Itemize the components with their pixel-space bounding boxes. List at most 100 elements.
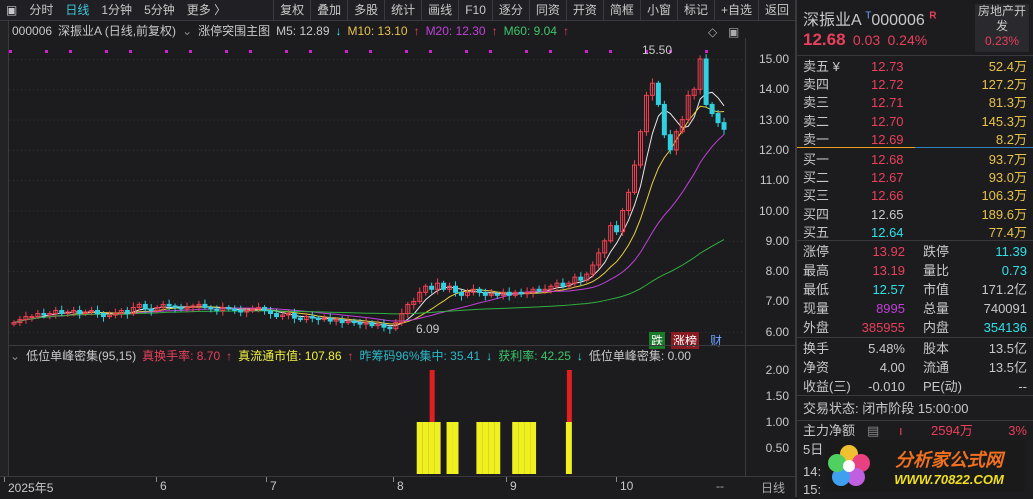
main-flow-pct: 3% [1008,423,1027,438]
candle [59,309,65,315]
bid-label: 买一 [803,152,830,167]
candle [238,309,244,313]
ask-price: 12.71 [871,95,904,111]
toolbar-item[interactable]: 叠加 [310,0,347,21]
indicator-name[interactable]: 低位单峰密集(95,15) [26,347,136,364]
ask-label: 卖五 ¥ [803,59,840,74]
quote-panel: 深振业A T000006 R 12.68 0.03 0.24% 房地产开发 0.… [795,0,1033,497]
toolbar-item[interactable]: 日线 [59,0,95,21]
bid-volume: 93.0万 [988,170,1027,186]
r-flag: R [929,10,937,22]
diamond-icon[interactable]: ◇ [708,25,717,39]
toolbar-item[interactable]: 小窗 [639,0,677,21]
candle [655,82,661,105]
toolbar-item[interactable]: 分时 [23,0,59,21]
left-tab-strip[interactable] [0,21,9,476]
stat-value: 385955 [861,320,905,335]
indicator-bar [434,422,441,474]
indicator-bar [512,422,519,474]
toolbar-item[interactable]: 返回 [757,0,795,21]
ask-label: 卖二 [803,113,830,129]
candle [95,309,101,315]
scroll-more[interactable]: -- [716,479,724,493]
toolbar-item[interactable]: 同资 [528,0,566,21]
toolbar-item[interactable]: 逐分 [491,0,529,21]
toolbar-item[interactable]: 更多 〉 [181,0,232,21]
stat-row[interactable]: 净资 4.00 流通 13.5亿 [803,358,1027,377]
toolbar-item[interactable]: 5分钟 [138,0,181,21]
toolbar-item[interactable]: 复权 [273,0,310,21]
stat-row[interactable]: 涨停 13.92 跌停 11.39 [803,242,1027,261]
indicator-header: ⌄ 低位单峰密集(95,15) 真换手率: 8.70 ↑ 真流通市值: 107.8… [10,347,691,364]
candle [494,293,500,296]
stat-row[interactable]: 最高 13.19 量比 0.73 [803,261,1027,280]
template-dropdown-icon[interactable]: ⌄ [182,24,192,38]
ask-row[interactable]: 卖二 12.70 145.3万 [803,112,1027,131]
indicator-dropdown-icon[interactable]: ⌄ [10,349,20,363]
candle [214,308,220,311]
price-tick: 15.00 [758,52,789,66]
list-icon[interactable]: ▤ [867,421,879,440]
sector-badge[interactable]: 房地产开发 0.23% [975,4,1029,52]
sidebar-toggle-icon[interactable]: ▣ [0,0,23,21]
ask-row[interactable]: 卖四 12.72 127.2万 [803,75,1027,94]
candlestick-chart[interactable] [9,38,745,346]
stat-value: 13.92 [872,244,905,259]
indicator-chart [416,370,572,474]
quote-header: 深振业A T000006 R [803,6,936,30]
candle [178,306,184,310]
candle [441,282,447,290]
stat-value: 12.57 [872,282,905,297]
candle [453,285,459,293]
bid-row[interactable]: 买五 12.64 77.4万 [803,223,1027,242]
date-label: 6 [160,479,167,493]
template-name[interactable]: 涨停突围主图 [198,22,270,39]
indicator-bar [524,422,531,474]
bid-label: 买五 [803,224,830,240]
candle [560,282,566,287]
badge-finance[interactable]: 财 [708,332,724,349]
stat-row[interactable]: 最低 12.57 市值 171.2亿 [803,280,1027,299]
toolbar-item[interactable]: 画线 [421,0,458,21]
toolbar-item[interactable]: 多股 [347,0,384,21]
ask-row[interactable]: 卖五 ¥ 12.73 52.4万 [803,57,1027,76]
stat-label: 外盘 [803,320,830,335]
signal-dot [525,50,528,53]
signal-dot [129,50,132,53]
candle [100,313,106,318]
candle [148,308,154,311]
toolbar-item[interactable]: 标记 [676,0,714,21]
price-tick: 7.00 [765,294,789,309]
signal-dot [225,50,228,53]
bid-price: 12.64 [871,224,904,240]
panel-toggle-icon[interactable]: ▣ [728,25,739,39]
stat-row[interactable]: 外盘 385955 内盘 354136 [803,318,1027,337]
toolbar-item[interactable]: 统计 [384,0,421,21]
bid-row[interactable]: 买三 12.66 106.3万 [803,186,1027,205]
candle [226,306,232,310]
bid-row[interactable]: 买二 12.67 93.0万 [803,168,1027,187]
date-label: 8 [397,479,404,493]
bid-price: 12.65 [871,206,904,222]
stat-row[interactable]: 换手 5.48% 股本 13.5亿 [803,339,1027,358]
stat-row[interactable]: 现量 8995 总量 740091 [803,299,1027,318]
stat-value: 740091 [983,301,1027,316]
last-price: 12.68 [803,30,846,49]
toolbar-item[interactable]: 简框 [602,0,640,21]
price-row: 12.68 0.03 0.24% [803,30,927,50]
ma10-line [13,105,725,325]
stock-name: 深振业A [803,12,861,29]
toolbar-item[interactable]: F10 [458,0,492,21]
toolbar-item[interactable]: 1分钟 [95,0,138,21]
stat-row[interactable]: 收益(三) -0.010 PE(动) -- [803,377,1027,396]
bid-row[interactable]: 买四 12.65 189.6万 [803,205,1027,224]
toolbar-item[interactable]: 开资 [565,0,603,21]
stat-value: -0.010 [868,379,905,394]
candle [482,291,488,296]
candle [381,323,387,328]
ask-row[interactable]: 卖一 12.69 8.2万 [803,130,1027,149]
toolbar-item[interactable]: +自选 [713,0,758,21]
candle [614,225,620,233]
bid-row[interactable]: 买一 12.68 93.7万 [803,150,1027,169]
ask-row[interactable]: 卖三 12.71 81.3万 [803,93,1027,112]
